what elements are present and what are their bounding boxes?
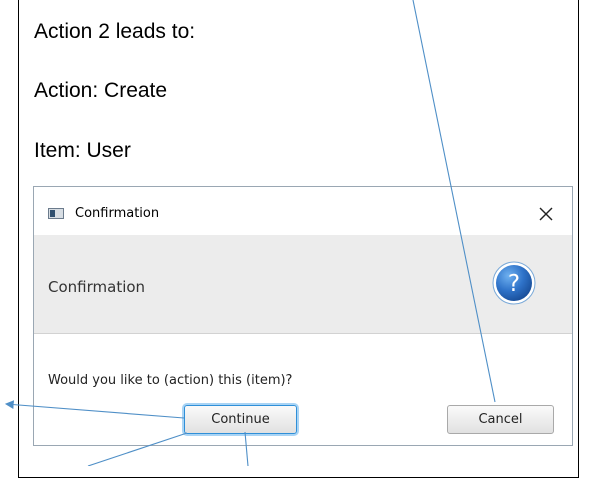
dialog-header: Confirmation ? — [34, 235, 572, 334]
dialog-header-text: Confirmation — [48, 278, 146, 296]
confirmation-dialog: Confirmation Confirmation ? Would you li… — [33, 186, 573, 446]
document-line-action: Action: Create — [34, 79, 168, 102]
dialog-titlebar: Confirmation — [34, 187, 572, 235]
app-window-icon — [48, 208, 64, 219]
document-line-heading: Action 2 leads to: — [34, 20, 196, 43]
question-mark-glyph: ? — [508, 271, 520, 297]
cancel-button[interactable]: Cancel — [447, 405, 554, 434]
continue-button[interactable]: Continue — [184, 405, 297, 434]
close-icon[interactable] — [534, 202, 558, 226]
dialog-message: Would you like to (action) this (item)? — [48, 373, 293, 388]
document-line-item: Item: User — [34, 139, 131, 162]
question-icon: ? — [492, 261, 536, 305]
dialog-title: Confirmation — [75, 206, 160, 221]
